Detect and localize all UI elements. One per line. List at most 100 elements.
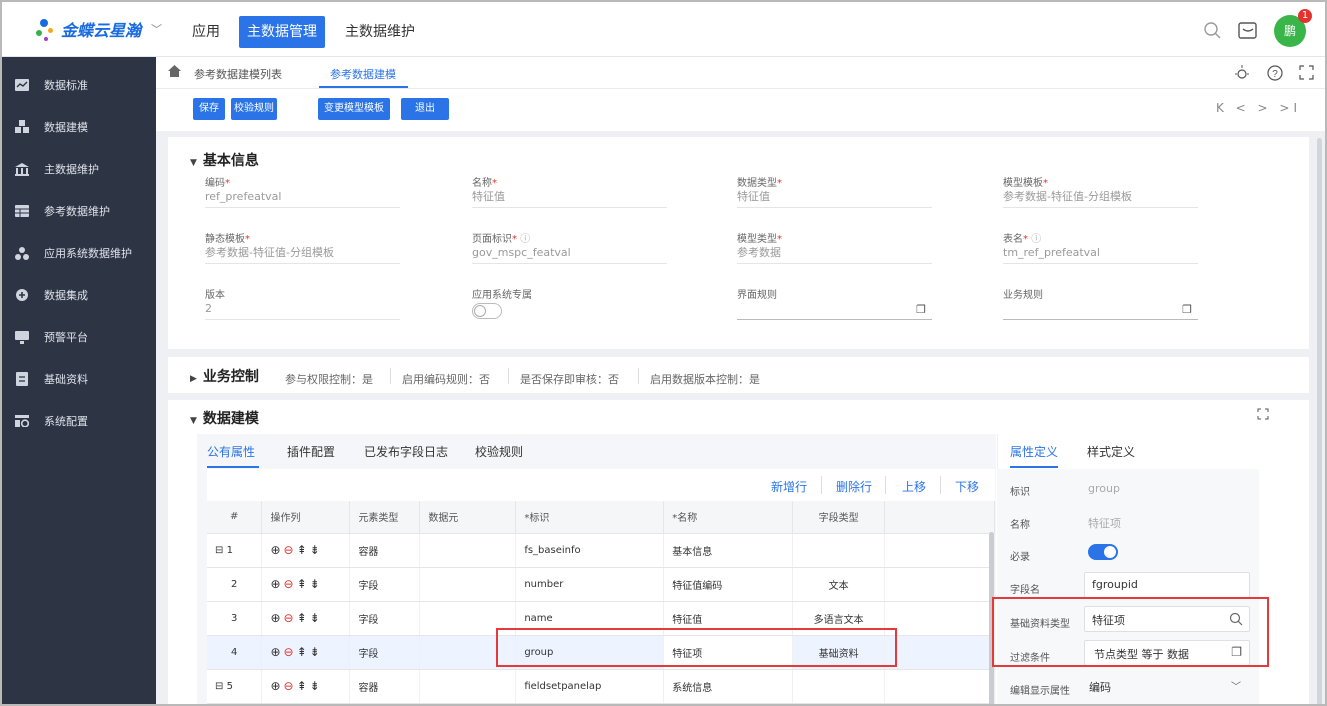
bulb-icon[interactable]: [1234, 65, 1250, 81]
sidebar-item-base-data[interactable]: 基础资料: [2, 363, 156, 395]
indent-icon[interactable]: ⇞: [297, 645, 310, 659]
message-icon[interactable]: [1237, 20, 1259, 42]
add-row-button[interactable]: 新增行: [771, 478, 807, 495]
expand-icon[interactable]: [1257, 408, 1269, 420]
svg-text:?: ?: [1272, 69, 1278, 80]
nav-app[interactable]: 应用: [184, 16, 228, 48]
help-icon[interactable]: ?: [1267, 65, 1283, 81]
display-attr-select[interactable]: 编码 ﹀: [1084, 674, 1250, 700]
tab-field-log[interactable]: 已发布字段日志: [364, 443, 448, 460]
save-button[interactable]: 保存: [193, 98, 225, 120]
field-ui-rules[interactable]: 界面规则 ❐: [737, 286, 932, 320]
tab-attribute-definition[interactable]: 属性定义: [1010, 443, 1058, 460]
outdent-icon[interactable]: ⇟: [310, 679, 323, 693]
copy-icon[interactable]: ❐: [1182, 301, 1192, 319]
section-title: 数据建模: [202, 411, 259, 427]
home-icon[interactable]: [168, 65, 181, 77]
tab-style-definition[interactable]: 样式定义: [1087, 443, 1135, 460]
search-icon[interactable]: [1202, 20, 1224, 42]
tab-plugin-config[interactable]: 插件配置: [287, 443, 335, 460]
field-name-input[interactable]: fgroupid: [1084, 572, 1250, 598]
field-model-type[interactable]: 模型类型* 参考数据: [737, 230, 932, 264]
add-circle-icon[interactable]: ⊕: [270, 645, 283, 659]
brand-logo[interactable]: 金蝶云星瀚 ﹀: [36, 14, 162, 44]
nav-master-data-maintain[interactable]: 主数据维护: [337, 16, 423, 48]
active-tab-underline: [1010, 466, 1058, 468]
remove-circle-icon[interactable]: ⊖: [284, 611, 297, 625]
add-circle-icon[interactable]: ⊕: [270, 543, 283, 557]
add-circle-icon[interactable]: ⊕: [270, 611, 283, 625]
move-down-button[interactable]: 下移: [955, 478, 979, 495]
field-table-name[interactable]: 表名* ⓘ tm_ref_prefeatval: [1003, 230, 1198, 264]
delete-row-button[interactable]: 删除行: [836, 478, 872, 495]
remove-circle-icon[interactable]: ⊖: [284, 645, 297, 659]
fullscreen-icon[interactable]: [1299, 65, 1314, 80]
app-exclusive-toggle[interactable]: [472, 303, 502, 319]
data-modeling-header[interactable]: ▼ 数据建模: [190, 408, 259, 428]
sidebar-item-data-standard[interactable]: 数据标准: [2, 69, 156, 101]
move-up-button[interactable]: 上移: [902, 478, 926, 495]
table-row[interactable]: ⊟ 1 ⊕⊖⇞⇟ 容器 fs_baseinfo 基本信息: [207, 533, 995, 568]
copy-icon[interactable]: ❐: [916, 301, 926, 319]
field-version[interactable]: 版本 2: [205, 286, 400, 320]
row-ops[interactable]: ⊕⊖⇞⇟: [261, 601, 351, 636]
indent-icon[interactable]: ⇞: [297, 543, 310, 557]
field-static-template[interactable]: 静态模板* 参考数据-特征值-分组模板: [205, 230, 400, 264]
sidebar-item-master-data[interactable]: 主数据维护: [2, 153, 156, 185]
remove-circle-icon[interactable]: ⊖: [284, 543, 297, 557]
chevron-down-icon[interactable]: ﹀: [151, 21, 162, 37]
cell-key: number: [515, 567, 665, 602]
row-ops[interactable]: ⊕⊖⇞⇟: [261, 567, 351, 602]
sidebar-item-system-config[interactable]: 系统配置: [2, 405, 156, 437]
indent-icon[interactable]: ⇞: [297, 679, 310, 693]
field-data-type[interactable]: 数据类型* 特征值: [737, 174, 932, 208]
row-ops[interactable]: ⊕⊖⇞⇟: [261, 669, 351, 704]
field-code[interactable]: 编码* ref_prefeatval: [205, 174, 400, 208]
cell-element-type: 字段: [349, 601, 421, 636]
row-ops[interactable]: ⊕⊖⇞⇟: [261, 635, 351, 670]
tab-public-props[interactable]: 公有属性: [207, 443, 255, 460]
indent-icon[interactable]: ⇞: [297, 611, 310, 625]
field-business-rules[interactable]: 业务规则 ❐: [1003, 286, 1198, 320]
outdent-icon[interactable]: ⇟: [310, 611, 323, 625]
table-row[interactable]: 2 ⊕⊖⇞⇟ 字段 number 特征值编码 文本: [207, 567, 995, 602]
field-value: 参考数据: [737, 244, 932, 264]
add-circle-icon[interactable]: ⊕: [270, 577, 283, 591]
collapse-icon[interactable]: ⊟: [215, 545, 223, 556]
table-row[interactable]: ⊟ 5 ⊕⊖⇞⇟ 容器 fieldsetpanelap 系统信息: [207, 669, 995, 704]
remove-circle-icon[interactable]: ⊖: [284, 577, 297, 591]
exit-button[interactable]: 退出: [401, 98, 449, 120]
field-name[interactable]: 名称* 特征值: [472, 174, 667, 208]
required-toggle[interactable]: [1088, 544, 1118, 560]
breadcrumb-current[interactable]: 参考数据建模: [330, 66, 396, 82]
row-ops[interactable]: ⊕⊖⇞⇟: [261, 533, 351, 568]
add-circle-icon[interactable]: ⊕: [270, 679, 283, 693]
check-rules-button[interactable]: 校验规则: [231, 98, 277, 120]
chevron-down-icon[interactable]: ﹀: [1231, 678, 1241, 693]
sidebar-item-data-modeling[interactable]: 数据建模: [2, 111, 156, 143]
indent-icon[interactable]: ⇞: [297, 577, 310, 591]
sidebar-item-app-system-data[interactable]: 应用系统数据维护: [2, 237, 156, 269]
tab-check-rules[interactable]: 校验规则: [475, 443, 523, 460]
page-scrollbar[interactable]: [1317, 138, 1322, 704]
remove-circle-icon[interactable]: ⊖: [284, 679, 297, 693]
collapse-icon[interactable]: ⊟: [215, 681, 223, 692]
field-page-id[interactable]: 页面标识* ⓘ gov_mspc_featval: [472, 230, 667, 264]
field-model-template[interactable]: 模型模板* 参考数据-特征值-分组模板: [1003, 174, 1198, 208]
sidebar-item-alert-platform[interactable]: 预警平台: [2, 321, 156, 353]
nav-master-data-management[interactable]: 主数据管理: [239, 16, 325, 48]
cell-empty: [884, 533, 995, 568]
breadcrumb-list[interactable]: 参考数据建模列表: [194, 66, 282, 82]
sidebar-item-data-integration[interactable]: 数据集成: [2, 279, 156, 311]
change-template-button[interactable]: 变更模型模板: [318, 98, 390, 120]
outdent-icon[interactable]: ⇟: [310, 577, 323, 591]
basic-info-header[interactable]: ▼ 基本信息: [190, 150, 259, 170]
integrate-icon: [15, 289, 29, 301]
outdent-icon[interactable]: ⇟: [310, 543, 323, 557]
record-pager[interactable]: K < > >I: [1216, 101, 1301, 115]
sidebar-item-reference-data[interactable]: 参考数据维护: [2, 195, 156, 227]
business-control-header[interactable]: ▶ 业务控制: [190, 366, 259, 386]
outdent-icon[interactable]: ⇟: [310, 645, 323, 659]
sidebar: 数据标准 数据建模 主数据维护 参考数据维护 应用系统数据维护 数据集成 预警平…: [2, 57, 156, 704]
sidebar-item-label: 数据标准: [44, 79, 88, 92]
